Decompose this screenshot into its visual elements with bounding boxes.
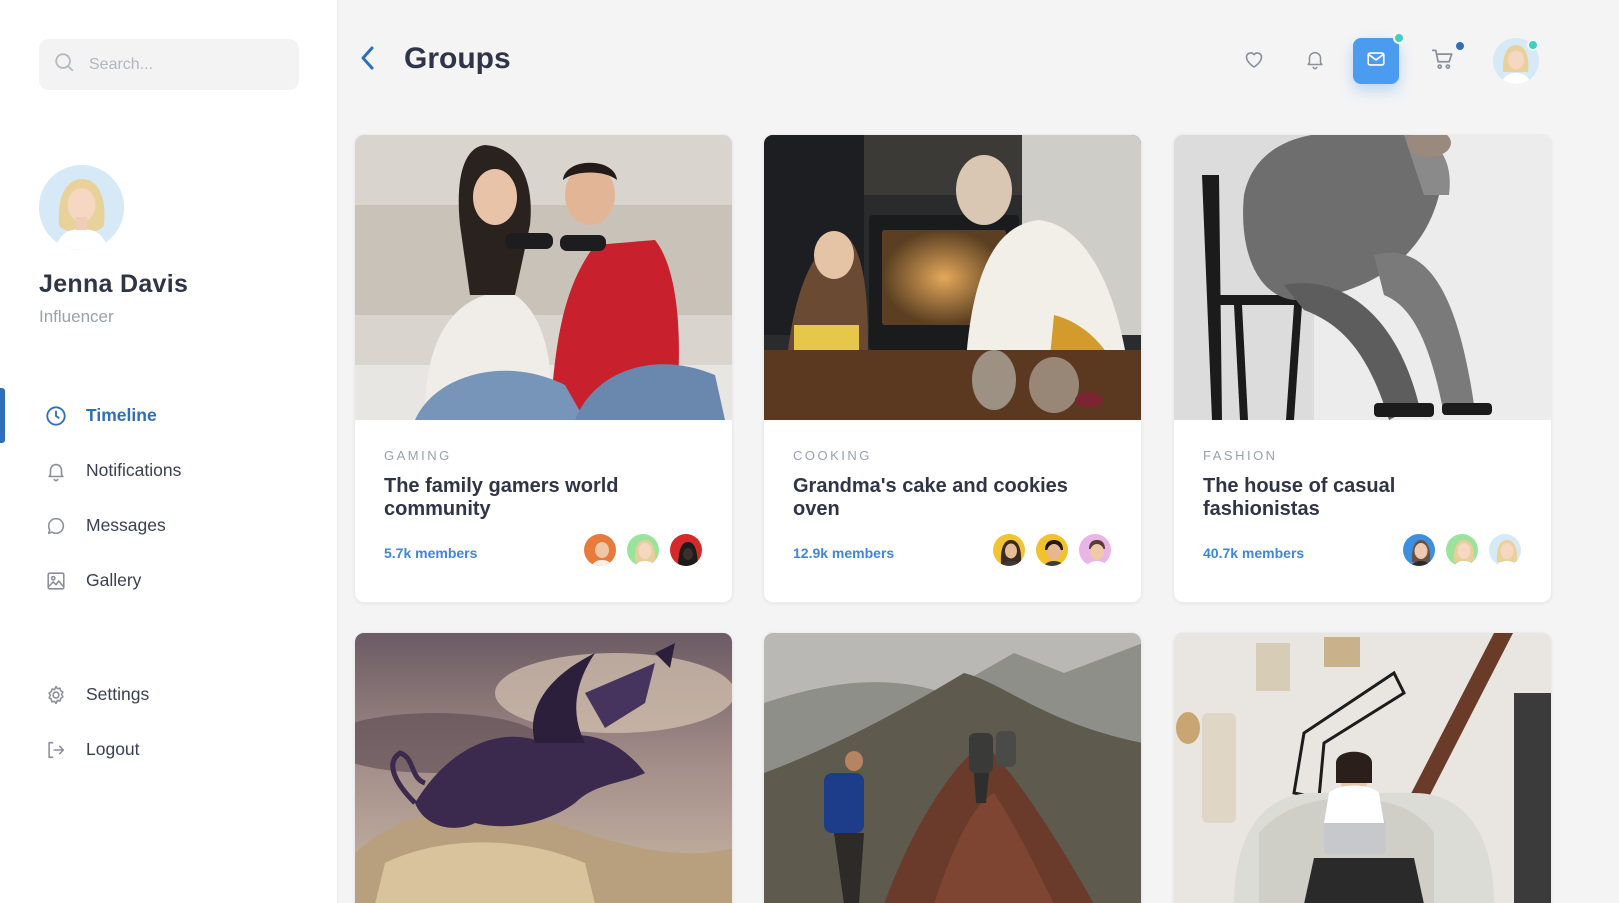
group-card[interactable]: FASHION The house of casual fashionistas…	[1173, 134, 1552, 603]
cart-button[interactable]	[1420, 38, 1466, 84]
group-members-count[interactable]: 5.7k members	[384, 545, 477, 561]
group-card-body: FASHION The house of casual fashionistas…	[1174, 420, 1551, 602]
group-cover-image	[355, 135, 732, 420]
nav-item-notifications[interactable]: Notifications	[0, 443, 338, 498]
group-category: FASHION	[1203, 448, 1278, 463]
member-avatar[interactable]	[582, 532, 618, 568]
nav-item-logout[interactable]: Logout	[0, 722, 338, 777]
group-title[interactable]: The family gamers world community	[384, 475, 664, 521]
search-input[interactable]	[89, 55, 279, 74]
member-avatar[interactable]	[1401, 532, 1437, 568]
nav-item-gallery[interactable]: Gallery	[0, 553, 338, 608]
member-avatar[interactable]	[1077, 532, 1113, 568]
member-avatar[interactable]	[625, 532, 661, 568]
member-avatar[interactable]	[668, 532, 704, 568]
member-avatar[interactable]	[1034, 532, 1070, 568]
notifications-button[interactable]	[1292, 38, 1338, 84]
main-nav: Timeline Notifications Messages Gallery	[0, 388, 338, 608]
favorites-button[interactable]	[1231, 38, 1277, 84]
cart-badge	[1454, 40, 1466, 52]
group-card[interactable]: GAMING The family gamers world community…	[354, 134, 733, 603]
group-title[interactable]: The house of casual fashionistas	[1203, 475, 1483, 521]
member-avatars	[984, 532, 1113, 568]
nav-item-settings[interactable]: Settings	[0, 667, 338, 722]
group-card-body: COOKING Grandma's cake and cookies oven …	[764, 420, 1141, 602]
cart-icon	[1430, 46, 1456, 77]
group-category: GAMING	[384, 448, 452, 463]
heart-icon	[1242, 47, 1266, 76]
nav-label-gallery: Gallery	[86, 570, 142, 590]
profile-name: Jenna Davis	[39, 270, 189, 298]
search-box[interactable]	[39, 39, 299, 90]
search-icon	[53, 51, 75, 78]
group-title[interactable]: Grandma's cake and cookies oven	[793, 475, 1073, 521]
member-avatars	[1394, 532, 1523, 568]
group-card[interactable]	[1173, 632, 1552, 903]
page-title: Groups	[404, 42, 511, 75]
gear-icon	[44, 683, 68, 707]
nav-label-settings: Settings	[86, 684, 150, 704]
group-members-count[interactable]: 12.9k members	[793, 545, 894, 561]
nav-item-messages[interactable]: Messages	[0, 498, 338, 553]
group-card[interactable]	[354, 632, 733, 903]
secondary-nav: Settings Logout	[0, 667, 338, 777]
messages-button[interactable]	[1353, 32, 1405, 84]
chat-bubble-icon	[44, 514, 68, 538]
mail-icon	[1365, 48, 1387, 75]
group-card-body: GAMING The family gamers world community…	[355, 420, 732, 602]
nav-label-logout: Logout	[86, 739, 140, 759]
group-members-count[interactable]: 40.7k members	[1203, 545, 1304, 561]
group-cover-image	[1174, 633, 1551, 903]
member-avatar[interactable]	[1444, 532, 1480, 568]
group-cover-image	[1174, 135, 1551, 420]
nav-label-notifications: Notifications	[86, 460, 182, 480]
nav-label-messages: Messages	[86, 515, 166, 535]
logout-icon	[44, 738, 68, 762]
member-avatars	[575, 532, 704, 568]
group-card[interactable]: COOKING Grandma's cake and cookies oven …	[763, 134, 1142, 603]
group-cover-image	[764, 135, 1141, 420]
group-card[interactable]	[763, 632, 1142, 903]
bell-icon	[1304, 48, 1326, 75]
group-category: COOKING	[793, 448, 872, 463]
clock-icon	[44, 404, 68, 428]
group-cover-image	[764, 633, 1141, 903]
back-button[interactable]	[355, 45, 381, 75]
profile-role: Influencer	[39, 307, 114, 326]
group-cover-image	[355, 633, 732, 903]
bell-icon	[44, 459, 68, 483]
member-avatar[interactable]	[991, 532, 1027, 568]
member-avatar[interactable]	[1487, 532, 1523, 568]
mail-badge	[1393, 32, 1405, 44]
online-status-dot	[1527, 39, 1539, 51]
nav-label-timeline: Timeline	[86, 405, 157, 425]
image-icon	[44, 569, 68, 593]
profile-avatar[interactable]	[39, 165, 124, 250]
nav-item-timeline[interactable]: Timeline	[0, 388, 338, 443]
chevron-left-icon	[358, 44, 378, 77]
sidebar: Jenna Davis Influencer Timeline Notifica…	[0, 0, 338, 903]
